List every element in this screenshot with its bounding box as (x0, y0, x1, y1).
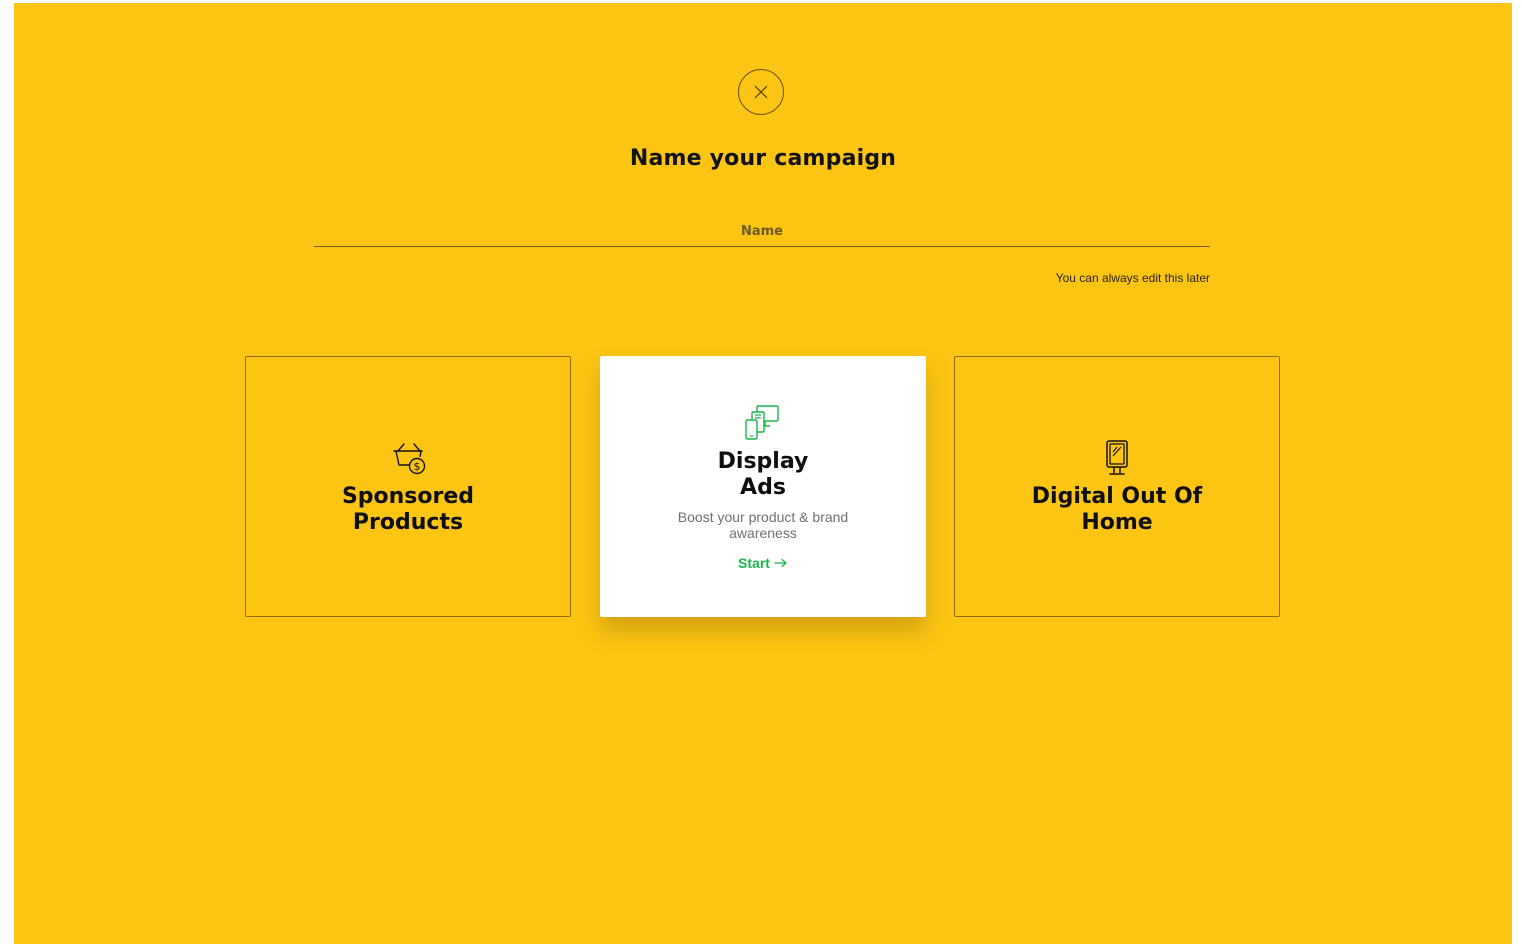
card-sponsored-products[interactable]: $ Sponsored Products (245, 356, 571, 617)
start-label: Start (738, 554, 770, 571)
svg-text:$: $ (414, 460, 421, 473)
campaign-name-input[interactable] (314, 217, 1210, 247)
start-link[interactable]: Start (738, 555, 788, 571)
campaign-dialog: Name your campaign You can always edit t… (14, 3, 1512, 944)
card-display-ads[interactable]: Display Ads Boost your product & brand a… (600, 356, 926, 617)
arrow-right-icon (774, 558, 787, 567)
card-digital-out-of-home[interactable]: Digital Out Of Home (954, 356, 1280, 617)
basket-dollar-icon: $ (388, 438, 428, 478)
page-title: Name your campaign (629, 146, 897, 171)
card-title: Sponsored Products (341, 483, 475, 535)
close-button[interactable] (738, 69, 784, 115)
devices-icon (742, 403, 784, 443)
card-description: Boost your product & brand awareness (677, 508, 849, 541)
card-title: Digital Out Of Home (1031, 483, 1203, 535)
card-title: Display Ads (717, 448, 809, 500)
name-hint: You can always edit this later (1055, 271, 1210, 285)
close-icon (754, 85, 768, 99)
billboard-icon (1097, 438, 1137, 478)
